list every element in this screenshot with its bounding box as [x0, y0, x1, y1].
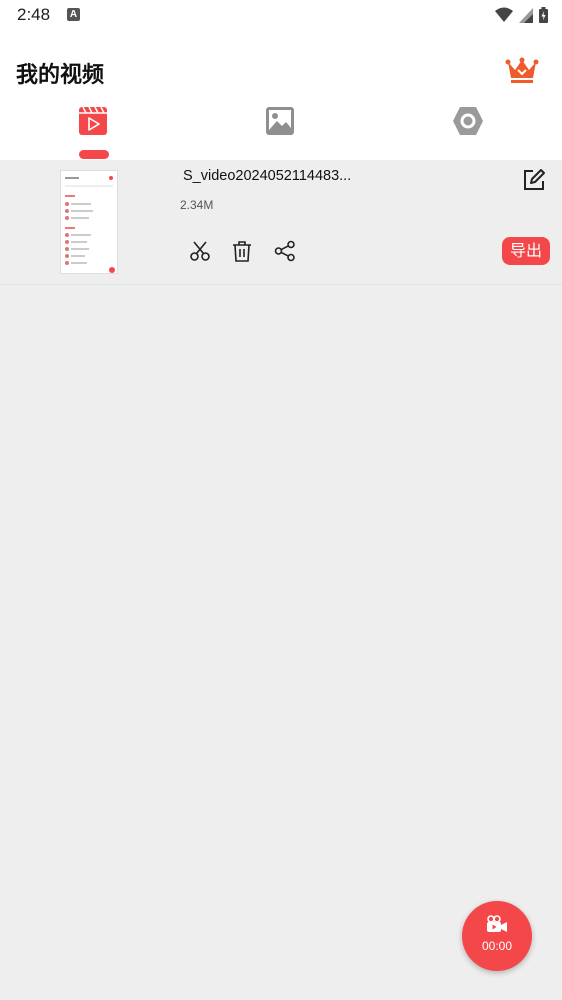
- status-time: 2:48: [17, 5, 51, 24]
- edit-icon[interactable]: [522, 168, 546, 192]
- image-tab-icon[interactable]: [263, 104, 297, 138]
- app-header: 我的视频: [0, 32, 562, 160]
- battery-icon: [539, 7, 548, 23]
- wifi-icon: [495, 7, 513, 22]
- scissors-icon[interactable]: [189, 240, 211, 262]
- notification-a-icon: A: [67, 8, 80, 21]
- video-name: S_video2024052114483...: [183, 168, 352, 184]
- page-title: 我的视频: [16, 63, 105, 88]
- video-list-item[interactable]: S_video2024052114483... 2.34M 导出: [0, 160, 562, 285]
- vip-crown-icon[interactable]: [505, 56, 539, 86]
- export-button[interactable]: 导出: [502, 237, 550, 265]
- settings-tab-icon[interactable]: [451, 104, 485, 138]
- status-bar: 2:48 A: [0, 0, 562, 32]
- record-button[interactable]: 00:00: [462, 901, 532, 971]
- status-icons: [495, 6, 548, 24]
- video-size: 2.34M: [180, 198, 214, 212]
- video-thumbnail[interactable]: [60, 170, 118, 274]
- trash-icon[interactable]: [231, 240, 253, 262]
- video-tab-icon[interactable]: [76, 104, 110, 138]
- active-tab-indicator: [79, 150, 109, 159]
- signal-icon: [519, 7, 533, 23]
- video-camera-icon: [487, 915, 507, 932]
- record-time: 00:00: [481, 939, 513, 953]
- share-icon[interactable]: [274, 240, 296, 262]
